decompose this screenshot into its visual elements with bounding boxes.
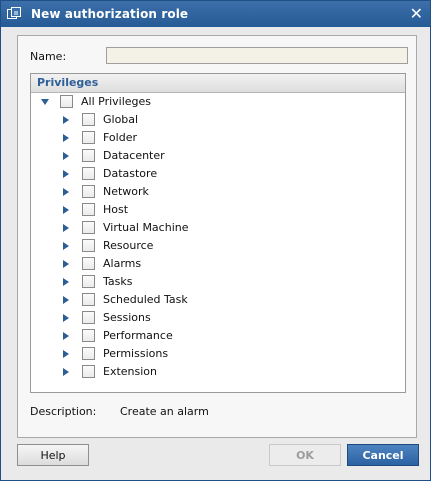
- tree-node-label: Folder: [103, 131, 137, 144]
- tree-node[interactable]: Extension: [31, 363, 405, 381]
- expand-arrow-right-icon[interactable]: [63, 260, 69, 268]
- expand-arrow-right-icon[interactable]: [63, 332, 69, 340]
- expand-arrow-right-icon[interactable]: [63, 242, 69, 250]
- tree-node[interactable]: Datacenter: [31, 147, 405, 165]
- privilege-checkbox[interactable]: [82, 185, 95, 198]
- role-icon: [7, 7, 22, 20]
- tree-node-label: Permissions: [103, 347, 169, 360]
- tree-node-label: Global: [103, 113, 139, 126]
- expand-arrow-right-icon[interactable]: [63, 350, 69, 358]
- expand-arrow-right-icon[interactable]: [63, 134, 69, 142]
- all-privileges-checkbox[interactable]: [60, 95, 73, 108]
- tree-node-label: Host: [103, 203, 129, 216]
- tree-node-label: Scheduled Task: [103, 293, 188, 306]
- content-panel: Name: Privileges All Privileges Global Fo…: [17, 35, 417, 438]
- privilege-checkbox[interactable]: [82, 293, 95, 306]
- tree-node[interactable]: Resource: [31, 237, 405, 255]
- tree-node-label: Alarms: [103, 257, 142, 270]
- tree-node-label: Performance: [103, 329, 173, 342]
- privileges-header: Privileges: [31, 74, 405, 93]
- expand-arrow-right-icon[interactable]: [63, 152, 69, 160]
- help-button[interactable]: Help: [17, 444, 89, 466]
- tree-node[interactable]: Sessions: [31, 309, 405, 327]
- privilege-checkbox[interactable]: [82, 257, 95, 270]
- tree-node-label: Datacenter: [103, 149, 165, 162]
- tree-node-label: Network: [103, 185, 149, 198]
- dialog-title: New authorization role: [31, 7, 189, 21]
- expand-arrow-right-icon[interactable]: [63, 116, 69, 124]
- privilege-checkbox[interactable]: [82, 149, 95, 162]
- privilege-checkbox[interactable]: [82, 239, 95, 252]
- name-input[interactable]: [106, 47, 408, 64]
- tree-node[interactable]: Performance: [31, 327, 405, 345]
- tree-node[interactable]: Scheduled Task: [31, 291, 405, 309]
- privilege-checkbox[interactable]: [82, 329, 95, 342]
- tree-node-label: Datastore: [103, 167, 158, 180]
- tree-node-label: Sessions: [103, 311, 151, 324]
- privilege-checkbox[interactable]: [82, 167, 95, 180]
- tree-node[interactable]: Alarms: [31, 255, 405, 273]
- tree-node[interactable]: Folder: [31, 129, 405, 147]
- expand-arrow-right-icon[interactable]: [63, 278, 69, 286]
- tree-node-label: Resource: [103, 239, 154, 252]
- tree-node-all-privileges[interactable]: All Privileges: [31, 93, 405, 111]
- tree-node[interactable]: Permissions: [31, 345, 405, 363]
- tree-node-label: Extension: [103, 365, 158, 378]
- tree-node[interactable]: Network: [31, 183, 405, 201]
- tree-node-label: Virtual Machine: [103, 221, 189, 234]
- authorization-role-dialog: New authorization role ✕ Name: Privilege…: [0, 0, 431, 481]
- expand-arrow-right-icon[interactable]: [63, 188, 69, 196]
- expand-arrow-right-icon[interactable]: [63, 170, 69, 178]
- privilege-checkbox[interactable]: [82, 275, 95, 288]
- privilege-checkbox[interactable]: [82, 311, 95, 324]
- ok-button[interactable]: OK: [269, 444, 341, 466]
- title-bar[interactable]: New authorization role ✕: [1, 1, 430, 27]
- expand-arrow-right-icon[interactable]: [63, 224, 69, 232]
- privilege-checkbox[interactable]: [82, 221, 95, 234]
- expand-arrow-right-icon[interactable]: [63, 296, 69, 304]
- description-value: Create an alarm: [120, 405, 209, 418]
- expand-arrow-right-icon[interactable]: [63, 368, 69, 376]
- tree-node-label: Tasks: [103, 275, 133, 288]
- privilege-checkbox[interactable]: [82, 131, 95, 144]
- expand-arrow-down-icon[interactable]: [41, 99, 49, 105]
- privilege-checkbox[interactable]: [82, 365, 95, 378]
- tree-node[interactable]: Datastore: [31, 165, 405, 183]
- expand-arrow-right-icon[interactable]: [63, 314, 69, 322]
- tree-node[interactable]: Host: [31, 201, 405, 219]
- tree-node[interactable]: Global: [31, 111, 405, 129]
- privileges-header-label: Privileges: [37, 76, 99, 89]
- privileges-tree-panel: Privileges All Privileges Global Folder Da…: [30, 73, 406, 393]
- expand-arrow-right-icon[interactable]: [63, 206, 69, 214]
- privilege-checkbox[interactable]: [82, 203, 95, 216]
- cancel-button[interactable]: Cancel: [347, 444, 419, 466]
- close-icon[interactable]: ✕: [410, 4, 423, 23]
- name-label: Name:: [30, 50, 67, 63]
- tree-node[interactable]: Virtual Machine: [31, 219, 405, 237]
- tree-node-label: All Privileges: [81, 95, 152, 108]
- tree-node[interactable]: Tasks: [31, 273, 405, 291]
- privilege-checkbox[interactable]: [82, 113, 95, 126]
- privilege-checkbox[interactable]: [82, 347, 95, 360]
- description-label: Description:: [30, 405, 97, 418]
